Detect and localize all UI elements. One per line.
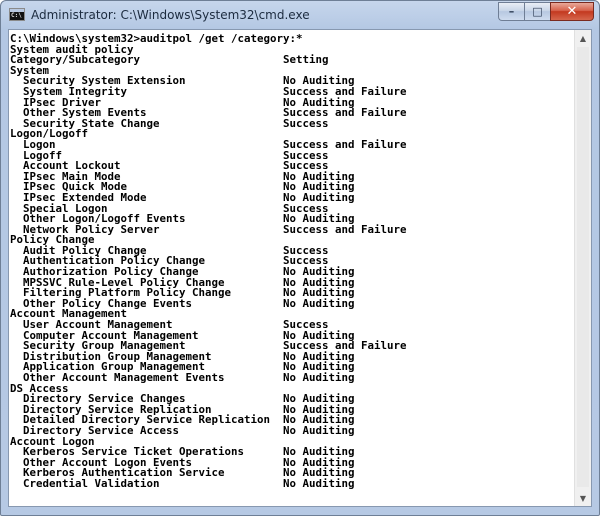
scroll-down-button[interactable]: ▼: [575, 490, 591, 506]
console-text: C:\Windows\system32>auditpol /get /categ…: [9, 30, 574, 490]
caption-buttons: – □ ✕: [498, 2, 594, 22]
window-title: Administrator: C:\Windows\System32\cmd.e…: [31, 8, 310, 22]
cmd-window: C:\ Administrator: C:\Windows\System32\c…: [0, 0, 600, 516]
scroll-thumb[interactable]: [577, 47, 589, 487]
title-bar[interactable]: C:\ Administrator: C:\Windows\System32\c…: [1, 1, 599, 29]
maximize-icon: □: [532, 5, 543, 18]
minimize-button[interactable]: –: [498, 2, 524, 21]
console-client-area: C:\Windows\system32>auditpol /get /categ…: [8, 29, 592, 507]
minimize-icon: –: [508, 5, 515, 18]
scroll-up-button[interactable]: ▲: [575, 30, 591, 46]
close-icon: ✕: [566, 4, 578, 19]
console-line: Category/Subcategory Setting: [10, 53, 329, 67]
arrow-up-icon: ▲: [579, 33, 587, 43]
vertical-scrollbar[interactable]: ▲ ▼: [574, 30, 591, 506]
close-button[interactable]: ✕: [550, 2, 594, 21]
console-line: Credential Validation No Auditing: [10, 476, 355, 490]
arrow-down-icon: ▼: [579, 493, 587, 503]
cmd-icon[interactable]: C:\: [9, 8, 25, 21]
cmd-icon-text: C:\: [11, 12, 22, 19]
console-output[interactable]: C:\Windows\system32>auditpol /get /categ…: [9, 30, 574, 506]
maximize-button[interactable]: □: [524, 2, 550, 21]
